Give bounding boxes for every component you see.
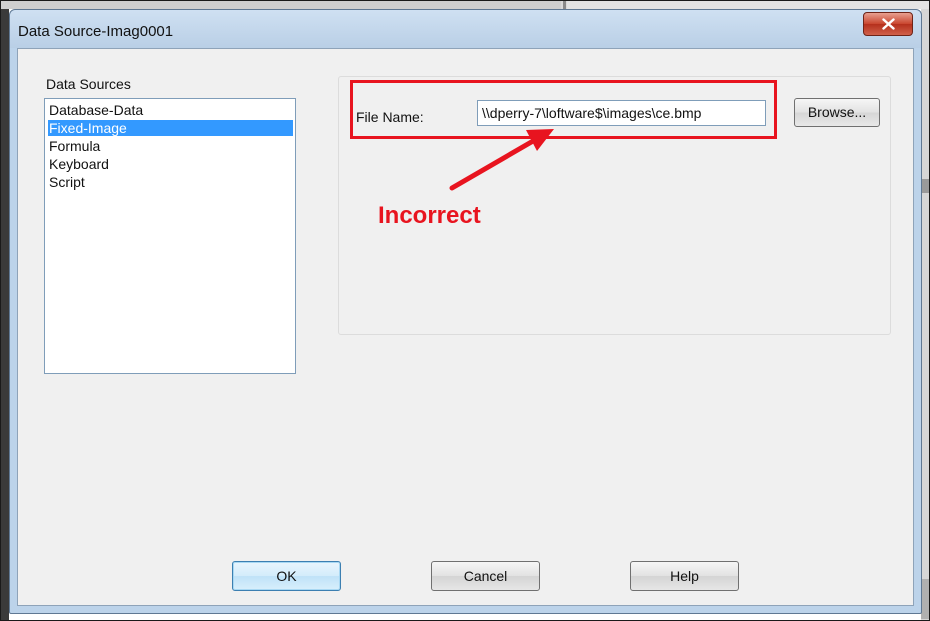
annotation-label: Incorrect bbox=[378, 202, 481, 229]
close-button[interactable] bbox=[863, 12, 913, 36]
background-strip-right bbox=[921, 9, 929, 620]
settings-panel: File Name: \\dperry-7\loftware$\images\c… bbox=[338, 76, 891, 335]
data-source-dialog: Data Source-Imag0001 Data Sources Databa… bbox=[9, 9, 922, 614]
list-item-formula[interactable]: Formula bbox=[48, 138, 293, 154]
window-title: Data Source-Imag0001 bbox=[18, 23, 174, 40]
data-sources-list[interactable]: Database-Data Fixed-Image Formula Keyboa… bbox=[44, 98, 296, 374]
help-button[interactable]: Help bbox=[630, 561, 739, 591]
background-strip-top bbox=[1, 1, 929, 9]
screenshot-frame: Data Source-Imag0001 Data Sources Databa… bbox=[0, 0, 930, 621]
list-item-fixed-image[interactable]: Fixed-Image bbox=[48, 120, 293, 136]
list-item-database-data[interactable]: Database-Data bbox=[48, 102, 293, 118]
close-icon bbox=[882, 18, 895, 30]
list-item-keyboard[interactable]: Keyboard bbox=[48, 156, 293, 172]
title-bar[interactable]: Data Source-Imag0001 bbox=[10, 10, 921, 48]
list-item-script[interactable]: Script bbox=[48, 174, 293, 190]
data-sources-label: Data Sources bbox=[46, 76, 131, 92]
dialog-client-area: Data Sources Database-Data Fixed-Image F… bbox=[17, 48, 914, 606]
background-strip-left bbox=[1, 9, 9, 620]
ok-button[interactable]: OK bbox=[232, 561, 341, 591]
cancel-button[interactable]: Cancel bbox=[431, 561, 540, 591]
